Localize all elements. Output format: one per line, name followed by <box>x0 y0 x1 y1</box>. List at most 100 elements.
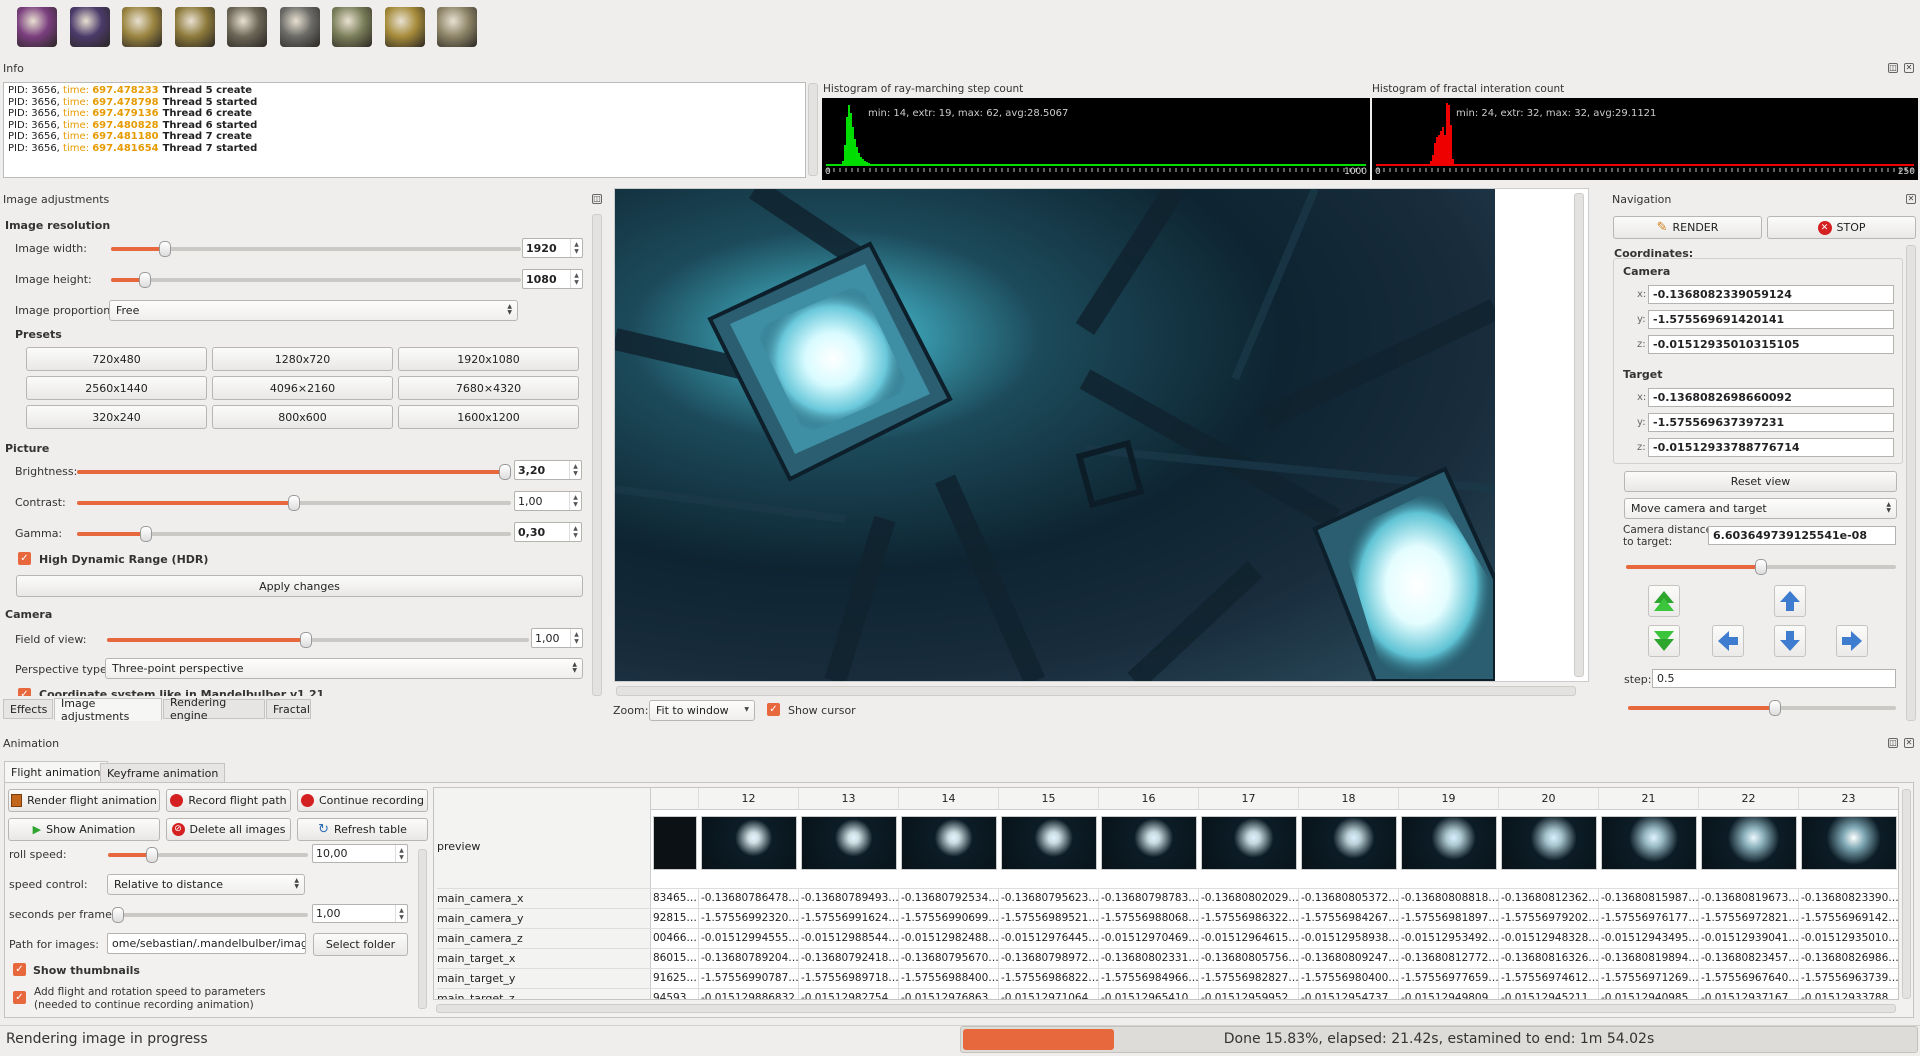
frame-column-header[interactable]: 16 <box>1099 788 1199 810</box>
fractal-preset-4-icon[interactable] <box>174 7 215 47</box>
frame-cell[interactable]: -0.01512935010… <box>1799 928 1898 948</box>
frame-cell[interactable]: -0.01512964615… <box>1199 928 1299 948</box>
render-button[interactable]: ✎ RENDER <box>1613 216 1762 239</box>
hdr-checkbox[interactable]: ✓ <box>18 552 31 565</box>
frame-column-header[interactable]: 19 <box>1399 788 1499 810</box>
frame-cell[interactable]: -0.01512976445… <box>999 928 1099 948</box>
frame-cell[interactable]: -1.57556974612… <box>1499 968 1599 988</box>
show-cursor-checkbox[interactable]: ✓ <box>767 703 780 716</box>
frame-cell[interactable]: -1.57556977659… <box>1399 968 1499 988</box>
frame-cell[interactable]: -0.01512953492… <box>1399 928 1499 948</box>
frame-cell[interactable]: -0.01512949809… <box>1399 988 1499 999</box>
frame-cell[interactable]: -1.57556988400… <box>899 968 999 988</box>
dock-close-icon[interactable]: ✕ <box>1904 63 1914 73</box>
image-height-slider[interactable] <box>111 272 521 288</box>
frame-cell[interactable]: -0.13680815987… <box>1599 888 1699 908</box>
fov-spinbox[interactable]: 1,00 ▲ ▼ <box>531 628 583 648</box>
fractal-preset-8-icon[interactable] <box>384 7 425 47</box>
dock-close-icon[interactable]: ✕ <box>1904 738 1914 748</box>
frame-cell[interactable]: -0.13680789493… <box>799 888 899 908</box>
frame-cell[interactable]: -1.57556989718… <box>799 968 899 988</box>
frame-cell[interactable]: -1.57556981897… <box>1399 908 1499 928</box>
log-view[interactable]: PID: 3656, time: 697.478233 Thread 5 crea… <box>3 82 806 178</box>
frame-cell[interactable]: -0.01512988544… <box>799 928 899 948</box>
image-height-spinbox[interactable]: 1080 ▲ ▼ <box>522 269 583 289</box>
frame-cell[interactable]: -0.13680802331… <box>1099 948 1199 968</box>
preset-1920x1080-button[interactable]: 1920x1080 <box>398 347 579 371</box>
dock-float-icon[interactable]: ◫ <box>1888 63 1898 73</box>
frame-cell[interactable]: -0.13680792534… <box>899 888 999 908</box>
frame-cell[interactable]: -0.13680809247… <box>1299 948 1399 968</box>
frame-cell[interactable]: -1.57556991624… <box>799 908 899 928</box>
frame-cell[interactable]: -0.01512940985… <box>1599 988 1699 999</box>
navigation-scrollbar[interactable] <box>1906 245 1916 721</box>
navigation-mode-combo[interactable]: Move camera and target ▲ ▼ <box>1624 498 1897 519</box>
rotate-left-button[interactable] <box>1712 625 1744 657</box>
frame-cell[interactable]: -0.13680812772… <box>1399 948 1499 968</box>
frame-cell[interactable]: -0.01512994555… <box>699 928 799 948</box>
frames-vscrollbar[interactable] <box>1902 789 1911 999</box>
frame-cell[interactable]: 91625… <box>651 968 699 988</box>
step-slider[interactable] <box>1628 700 1896 716</box>
preset-1600x1200-button[interactable]: 1600x1200 <box>398 405 579 429</box>
image-path-field[interactable]: ome/sebastian/.mandelbulber/images/ <box>107 933 306 954</box>
frame-cell[interactable]: -1.57556986822… <box>999 968 1099 988</box>
frame-cell[interactable]: -1.57556969142… <box>1799 908 1898 928</box>
roll-speed-slider[interactable] <box>108 847 308 863</box>
frame-cell[interactable]: -0.01512959952… <box>1199 988 1299 999</box>
frame-column-header[interactable] <box>651 788 699 810</box>
refresh-table-button[interactable]: ↻ Refresh table <box>297 818 428 841</box>
preset-1280x720-button[interactable]: 1280x720 <box>212 347 393 371</box>
image-width-spinbox[interactable]: 1920 ▲ ▼ <box>522 238 583 258</box>
preset-720x480-button[interactable]: 720x480 <box>26 347 207 371</box>
render-hscrollbar[interactable] <box>616 686 1576 696</box>
apply-changes-button[interactable]: Apply changes <box>16 575 583 597</box>
frame-cell[interactable]: -1.57556984267… <box>1299 908 1399 928</box>
frame-cell[interactable]: -0.01512945211… <box>1499 988 1599 999</box>
frame-cell[interactable]: -0.13680826986… <box>1799 948 1898 968</box>
preset-320x240-button[interactable]: 320x240 <box>26 405 207 429</box>
frame-cell[interactable]: -1.57556979202… <box>1499 908 1599 928</box>
brightness-spinbox[interactable]: 3,20 ▲ ▼ <box>514 460 582 480</box>
frame-cell[interactable]: -0.015129886832… <box>699 988 799 999</box>
move-forward-button[interactable] <box>1648 585 1680 617</box>
log-scrollbar[interactable] <box>808 83 818 176</box>
contrast-spinbox[interactable]: 1,00 ▲ ▼ <box>514 491 582 511</box>
image-adjustments-scrollbar[interactable] <box>592 214 602 696</box>
frame-column-header[interactable]: 12 <box>699 788 799 810</box>
tab-flight-animation[interactable]: Flight animation <box>4 761 108 783</box>
frame-column-header[interactable]: 13 <box>799 788 899 810</box>
render-vscrollbar[interactable] <box>1574 193 1584 677</box>
frame-cell[interactable]: -0.01512943495… <box>1599 928 1699 948</box>
frame-cell[interactable]: -0.01512970469… <box>1099 928 1199 948</box>
camera-x-field[interactable]: -0.1368082339059124 <box>1648 285 1894 304</box>
contrast-slider[interactable] <box>77 495 511 511</box>
frame-cell[interactable]: -0.01512982488… <box>899 928 999 948</box>
frame-column-header[interactable]: 20 <box>1499 788 1599 810</box>
frame-column-header[interactable]: 14 <box>899 788 999 810</box>
frame-cell[interactable]: -0.01512939041… <box>1699 928 1799 948</box>
fractal-preset-3-icon[interactable] <box>122 7 162 47</box>
preset-7680-4320-button[interactable]: 7680×4320 <box>398 376 579 400</box>
frame-cell[interactable]: -0.01512948328… <box>1499 928 1599 948</box>
preset-4096-2160-button[interactable]: 4096×2160 <box>212 376 393 400</box>
frame-cell[interactable]: -1.57556963739… <box>1799 968 1898 988</box>
record-flight-button[interactable]: Record flight path <box>166 789 291 812</box>
frame-cell[interactable]: -1.57556989521… <box>999 908 1099 928</box>
frame-column-header[interactable]: 22 <box>1699 788 1799 810</box>
rotate-down-button[interactable] <box>1774 625 1806 657</box>
fractal-preset-9-icon[interactable] <box>437 7 477 47</box>
dock-float-icon[interactable]: ◫ <box>1888 738 1898 748</box>
render-area[interactable] <box>614 188 1589 682</box>
rendered-image[interactable] <box>615 189 1495 681</box>
gamma-slider[interactable] <box>77 526 511 542</box>
frame-cell[interactable]: -1.57556971269… <box>1599 968 1699 988</box>
fractal-preset-1-icon[interactable] <box>17 7 57 47</box>
frame-cell[interactable]: -0.13680823457… <box>1699 948 1799 968</box>
frame-column-header[interactable]: 23 <box>1799 788 1898 810</box>
frame-cell[interactable]: -1.57556967640… <box>1699 968 1799 988</box>
frame-cell[interactable]: 92815… <box>651 908 699 928</box>
reset-view-button[interactable]: Reset view <box>1624 471 1897 492</box>
frame-cell[interactable]: -0.01512976863… <box>899 988 999 999</box>
frame-cell[interactable]: 94593… <box>651 988 699 999</box>
